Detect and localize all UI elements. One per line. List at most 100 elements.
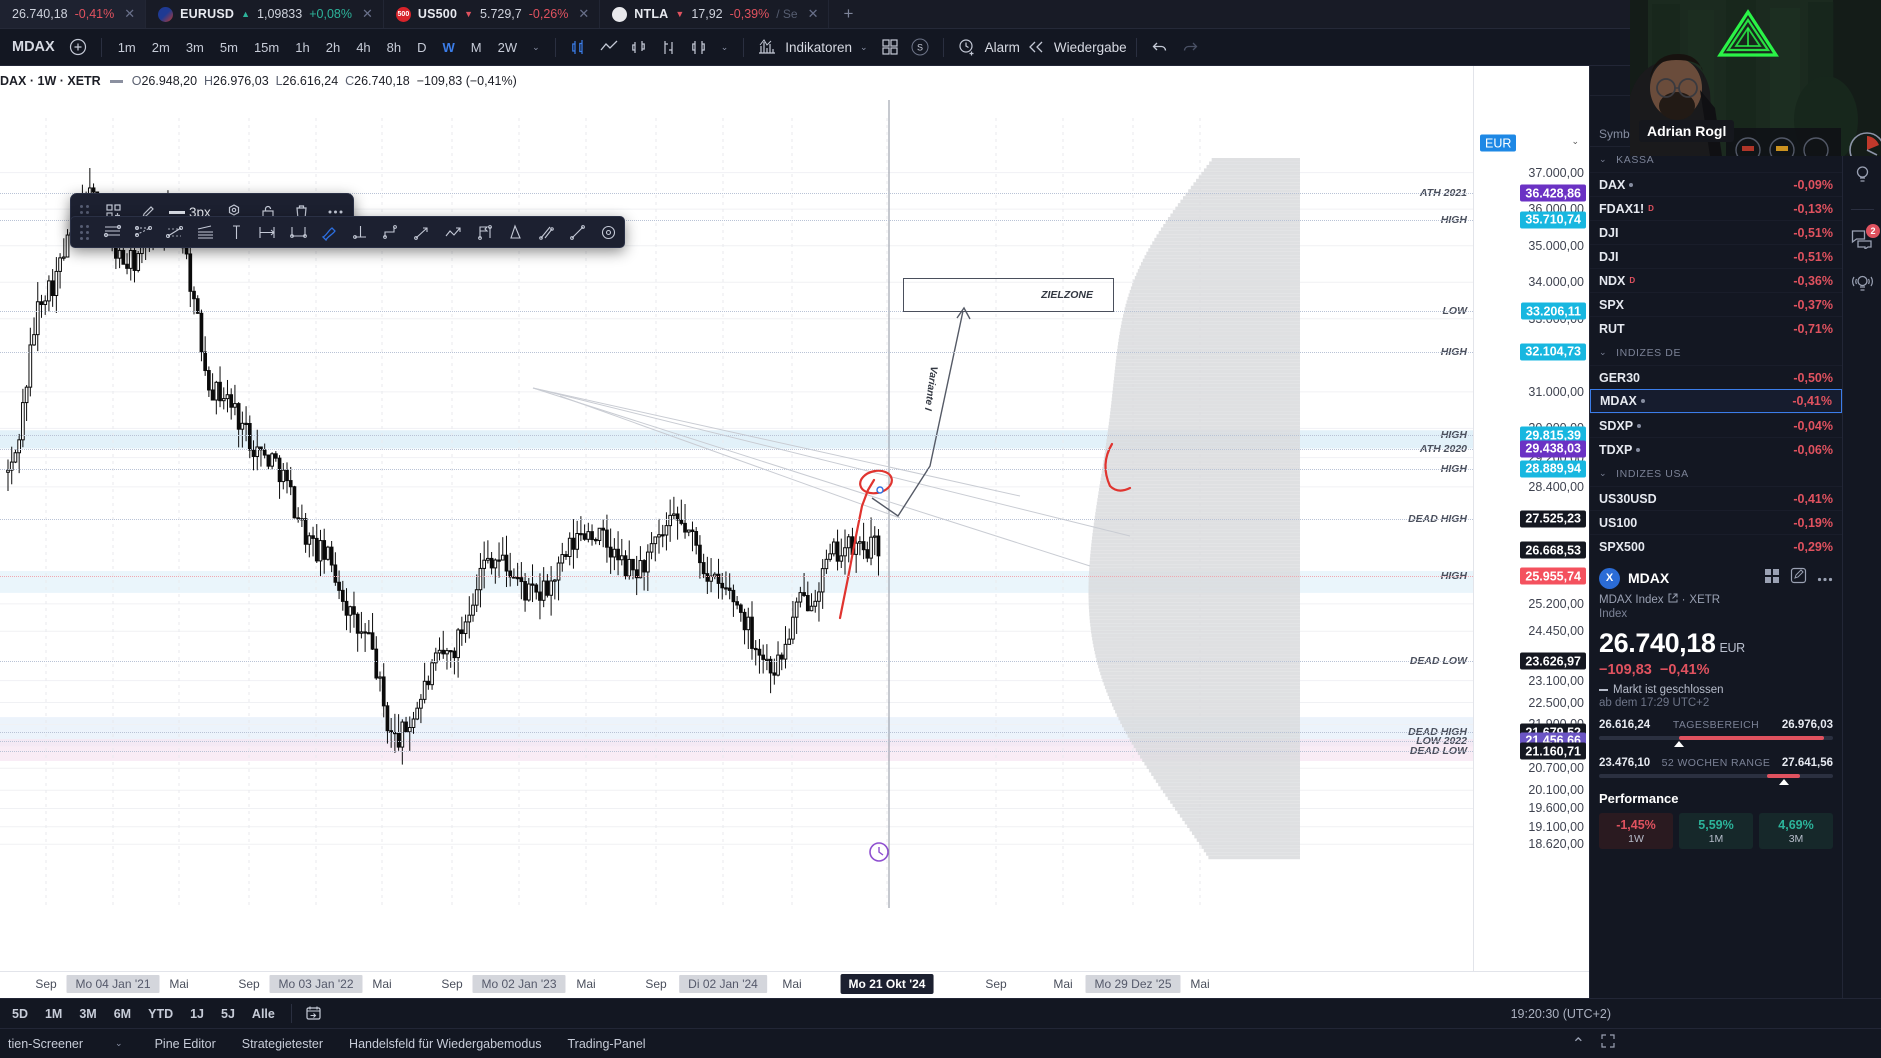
range-5j[interactable]: 5J [213, 1004, 243, 1024]
watchlist-row[interactable]: RUT -0,71% [1590, 316, 1842, 340]
drawing-tools-toolbar[interactable] [70, 216, 625, 248]
indicators-button[interactable]: Indikatoren [785, 40, 852, 55]
watchlist[interactable]: ⌄ KASSA DAX -0,09% FDAX1! D -0,13% DJI -0,51% DJI… [1590, 147, 1842, 558]
line-chart-icon[interactable] [595, 34, 623, 60]
trend-line[interactable] [532, 387, 1131, 537]
more-icon[interactable] [1817, 569, 1833, 587]
watchlist-group-header[interactable]: ⌄ INDIZES USA [1590, 461, 1842, 486]
trend-angle-icon[interactable] [159, 216, 190, 248]
elliott-wave-icon[interactable] [376, 216, 407, 248]
perpendicular-icon[interactable] [345, 216, 376, 248]
add-tab-button[interactable]: + [829, 0, 867, 28]
fib-retracement-icon[interactable] [190, 216, 221, 248]
indicators-icon[interactable] [753, 34, 781, 60]
flag-icon[interactable] [469, 216, 500, 248]
candlestick-chart-icon[interactable] [565, 34, 593, 60]
target-zone-box[interactable]: ZIELZONE [903, 278, 1114, 312]
magnet-icon[interactable] [593, 216, 624, 248]
price-scale[interactable]: EUR ⌄ 37.000,00 36.000,00 35.000,00 34.000,… [1473, 66, 1589, 998]
watchlist-group-header[interactable]: ⌄ INDIZES DE [1590, 340, 1842, 365]
parallel-channel-icon[interactable] [97, 216, 128, 248]
watchlist-row[interactable]: DAX -0,09% [1590, 172, 1842, 196]
chevron-up-icon[interactable]: ⌃ [1572, 1034, 1585, 1054]
hollow-candle-icon[interactable] [625, 34, 653, 60]
trend-line-icon[interactable] [562, 216, 593, 248]
bottom-tab-replay-trading[interactable]: Handelsfeld für Wiedergabemodus [349, 1037, 541, 1051]
edit-icon[interactable] [1790, 567, 1807, 589]
price-level-tag[interactable]: 29.438,03 [1520, 440, 1586, 458]
watchlist-row[interactable]: GER30 -0,50% [1590, 365, 1842, 389]
timeframe-8h[interactable]: 8h [380, 34, 408, 60]
symbol-tab[interactable]: 26.740,18 -0,41% ✕ [0, 0, 147, 28]
close-icon[interactable]: ✕ [578, 6, 589, 22]
range-6m[interactable]: 6M [106, 1004, 139, 1024]
timeframe-d[interactable]: D [410, 34, 433, 60]
snapshot-badge[interactable]: S [906, 34, 934, 60]
bottom-tab-screener[interactable]: tien-Screener [8, 1037, 83, 1051]
undo-icon[interactable] [1146, 34, 1174, 60]
time-scale[interactable]: Sep Mo 04 Jan '21 Mai Sep Mo 03 Jan '22 Mai Se… [0, 971, 1589, 998]
price-level-tag[interactable]: 32.104,73 [1520, 343, 1586, 360]
parallel-lines-icon[interactable] [531, 216, 562, 248]
chevron-down-icon[interactable]: ⌄ [1599, 154, 1607, 165]
symbol-tab[interactable]: NTLA ▼ 17,92 -0,39% / Se ✕ [600, 0, 830, 28]
price-level-tag[interactable]: 35.710,74 [1520, 211, 1586, 229]
watchlist-row[interactable]: TDXP -0,06% [1590, 437, 1842, 461]
price-level-tag[interactable]: 21.160,71 [1520, 742, 1586, 760]
alarm-button[interactable]: Alarm [985, 40, 1020, 55]
triangle-pattern-icon[interactable] [500, 216, 531, 248]
price-level-tag[interactable]: 36.428,86 [1520, 184, 1586, 202]
calendar-icon[interactable] [300, 1001, 328, 1027]
chevron-down-icon[interactable]: ⌄ [109, 1038, 129, 1049]
range-ytd[interactable]: YTD [140, 1004, 181, 1024]
replay-button[interactable]: Wiedergabe [1054, 40, 1127, 55]
bottom-tab-strategy-tester[interactable]: Strategietester [242, 1037, 323, 1051]
chevron-down-icon[interactable]: ⌄ [526, 42, 546, 53]
timeframe-1m[interactable]: 1m [111, 34, 143, 60]
range-3m[interactable]: 3M [71, 1004, 104, 1024]
watchlist-row[interactable]: NDX D -0,36% [1590, 268, 1842, 292]
range-1m[interactable]: 1M [37, 1004, 70, 1024]
timeframe-w[interactable]: W [436, 34, 462, 60]
chat-icon[interactable]: 2 [1851, 224, 1880, 254]
watchlist-row[interactable]: US100 -0,19% [1590, 510, 1842, 534]
range-alle[interactable]: Alle [244, 1004, 283, 1024]
watchlist-row[interactable]: US30USD -0,41% [1590, 486, 1842, 510]
price-level-tag[interactable]: 28.889,94 [1520, 460, 1586, 478]
chart-canvas[interactable]: DAX · 1W · XETR O26.948,20 H26.976,03 L2… [0, 66, 1589, 998]
projection-arrow[interactable] [871, 310, 964, 517]
alarm-icon[interactable] [953, 34, 981, 60]
drag-handle[interactable] [80, 224, 89, 240]
watchlist-row[interactable]: SDXP -0,04% [1590, 413, 1842, 437]
add-symbol-button[interactable] [64, 34, 92, 60]
close-icon[interactable]: ✕ [808, 6, 819, 22]
horizontal-ray-icon[interactable] [252, 216, 283, 248]
grid-icon[interactable] [1764, 568, 1780, 589]
watchlist-row[interactable]: SPX -0,37% [1590, 292, 1842, 316]
vertical-line-icon[interactable] [221, 216, 252, 248]
symbol-search-button[interactable]: MDAX [4, 34, 62, 60]
watchlist-row[interactable]: DJI -0,51% [1590, 244, 1842, 268]
price-level-tag[interactable]: 26.668,53 [1520, 541, 1586, 559]
chevron-down-icon[interactable]: ⌄ [854, 42, 874, 53]
watchlist-row[interactable]: DJI -0,51% [1590, 220, 1842, 244]
range-5d[interactable]: 5D [4, 1004, 36, 1024]
watchlist-row[interactable]: MDAX -0,41% [1590, 389, 1842, 413]
redo-icon[interactable] [1176, 34, 1204, 60]
price-level-tag[interactable]: 27.525,23 [1520, 510, 1586, 528]
fullscreen-icon[interactable] [1601, 1033, 1615, 1054]
timeframe-4h[interactable]: 4h [349, 34, 377, 60]
timeframe-m[interactable]: M [464, 34, 489, 60]
chevron-down-icon[interactable]: ⌄ [1565, 136, 1585, 147]
external-link-icon[interactable] [1668, 593, 1678, 606]
price-level-tag[interactable]: 33.206,11 [1521, 302, 1586, 320]
chevron-down-icon[interactable]: ⌄ [1599, 468, 1607, 479]
close-icon[interactable]: ✕ [362, 6, 373, 22]
zigzag-icon[interactable] [438, 216, 469, 248]
area-chart-icon[interactable] [685, 34, 713, 60]
drawing-anchor[interactable] [876, 486, 884, 494]
watchlist-row[interactable]: FDAX1! D -0,13% [1590, 196, 1842, 220]
timeframe-15m[interactable]: 15m [247, 34, 286, 60]
brush-icon-active[interactable] [314, 216, 345, 248]
price-level-tag[interactable]: 23.626,97 [1520, 652, 1586, 670]
